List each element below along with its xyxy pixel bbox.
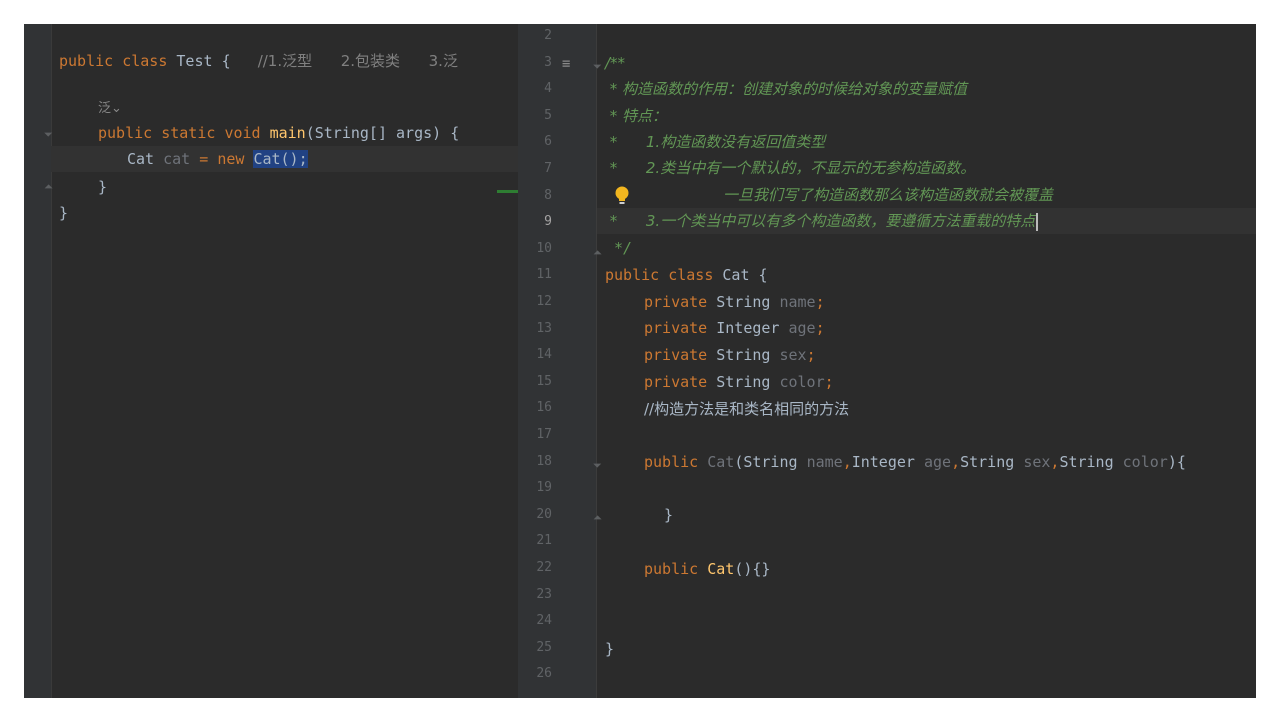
left-gutter: [24, 24, 52, 698]
doc-line-point3[interactable]: * 3.一个类当中可以有多个构造函数，要遵循方法重载的特点: [605, 208, 1039, 234]
code-comment[interactable]: //构造方法是和类名相同的方法: [644, 396, 849, 422]
doc-close[interactable]: */: [605, 235, 632, 261]
fold-doc-end-icon[interactable]: ⏶: [593, 246, 602, 260]
inlay-hint[interactable]: 泛⌄: [98, 96, 122, 122]
doc-line-point2[interactable]: * 2.类当中有一个默认的，不显示的无参构造函数。: [605, 155, 975, 181]
code-line-class-test[interactable]: public class Test { //1.泛型 2.包装类 3.泛: [59, 48, 458, 74]
constructor-no-args[interactable]: public Cat(){}: [644, 556, 770, 582]
line-number[interactable]: 20: [518, 502, 552, 528]
line-number-gutter: 2 3 4 5 6 7 8 9 10 11 12 13 14 15 16 17 18 19 20 21 22 23 24 25…: [518, 24, 597, 698]
field-sex[interactable]: private String sex;: [644, 342, 816, 368]
line-number[interactable]: 11: [518, 262, 552, 288]
text-caret: [1036, 212, 1039, 231]
constructor-close[interactable]: }: [664, 502, 673, 528]
line-number[interactable]: 13: [518, 316, 552, 342]
line-number[interactable]: 8: [518, 183, 552, 209]
lightbulb-icon[interactable]: [614, 186, 630, 206]
field-name[interactable]: private String name;: [644, 289, 825, 315]
line-number[interactable]: 12: [518, 289, 552, 315]
line-number[interactable]: 15: [518, 369, 552, 395]
field-age[interactable]: private Integer age;: [644, 315, 825, 341]
doc-line-purpose[interactable]: * 构造函数的作用：创建对象的时候给对象的变量赋值: [605, 76, 967, 102]
fold-doc-icon[interactable]: ⏷: [593, 60, 602, 74]
selected-text[interactable]: Cat();: [253, 150, 308, 168]
line-number[interactable]: 17: [518, 422, 552, 448]
todo-comment: //1.泛型 2.包装类 3.泛: [257, 52, 458, 70]
code-line-close-class[interactable]: }: [59, 200, 68, 226]
field-color[interactable]: private String color;: [644, 369, 834, 395]
line-number[interactable]: 23: [518, 582, 552, 608]
code-line-class-cat[interactable]: public class Cat {: [605, 262, 768, 288]
change-marker: [497, 190, 518, 193]
fold-ctor-end-icon[interactable]: ⏶: [593, 511, 602, 525]
doc-render-icon[interactable]: ≡: [562, 56, 570, 72]
line-number[interactable]: 25: [518, 635, 552, 661]
code-line-close-main[interactable]: }: [98, 174, 107, 200]
left-editor-pane[interactable]: public class Test { //1.泛型 2.包装类 3.泛 泛⌄ …: [24, 24, 518, 698]
fold-marker-icon[interactable]: ⏷: [44, 128, 53, 142]
doc-line-override[interactable]: 一旦我们写了构造函数那么该构造函数就会被覆盖: [723, 182, 1053, 208]
code-line-new-cat[interactable]: Cat cat = new Cat();: [127, 146, 308, 172]
doc-line-features[interactable]: * 特点：: [605, 103, 667, 129]
line-number[interactable]: 21: [518, 528, 552, 554]
line-number[interactable]: 4: [518, 76, 552, 102]
line-number[interactable]: 10: [518, 236, 552, 262]
fold-end-icon[interactable]: ⏶: [44, 180, 53, 194]
line-number[interactable]: 3: [518, 50, 552, 76]
line-number[interactable]: 19: [518, 475, 552, 501]
line-number[interactable]: 6: [518, 129, 552, 155]
line-number[interactable]: 18: [518, 449, 552, 475]
line-number[interactable]: 22: [518, 555, 552, 581]
doc-line-point1[interactable]: * 1.构造函数没有返回值类型: [605, 129, 825, 155]
code-line-main[interactable]: public static void main(String[] args) {: [98, 120, 459, 146]
class-close[interactable]: }: [605, 636, 614, 662]
right-editor-pane[interactable]: 2 3 4 5 6 7 8 9 10 11 12 13 14 15 16 17 18 19 20 21 22 23 24 25…: [518, 24, 1256, 698]
line-number[interactable]: 26: [518, 661, 552, 687]
line-number[interactable]: 9: [518, 209, 552, 235]
line-number[interactable]: 5: [518, 103, 552, 129]
constructor-with-params[interactable]: public Cat(String name,Integer age,Strin…: [644, 449, 1186, 475]
line-number[interactable]: 7: [518, 156, 552, 182]
line-number[interactable]: 14: [518, 342, 552, 368]
line-number[interactable]: 24: [518, 608, 552, 634]
line-number[interactable]: 2: [518, 24, 552, 49]
ide-window: public class Test { //1.泛型 2.包装类 3.泛 泛⌄ …: [24, 24, 1256, 698]
doc-open[interactable]: /**: [605, 50, 625, 76]
line-number[interactable]: 16: [518, 395, 552, 421]
fold-ctor-icon[interactable]: ⏷: [593, 459, 602, 473]
